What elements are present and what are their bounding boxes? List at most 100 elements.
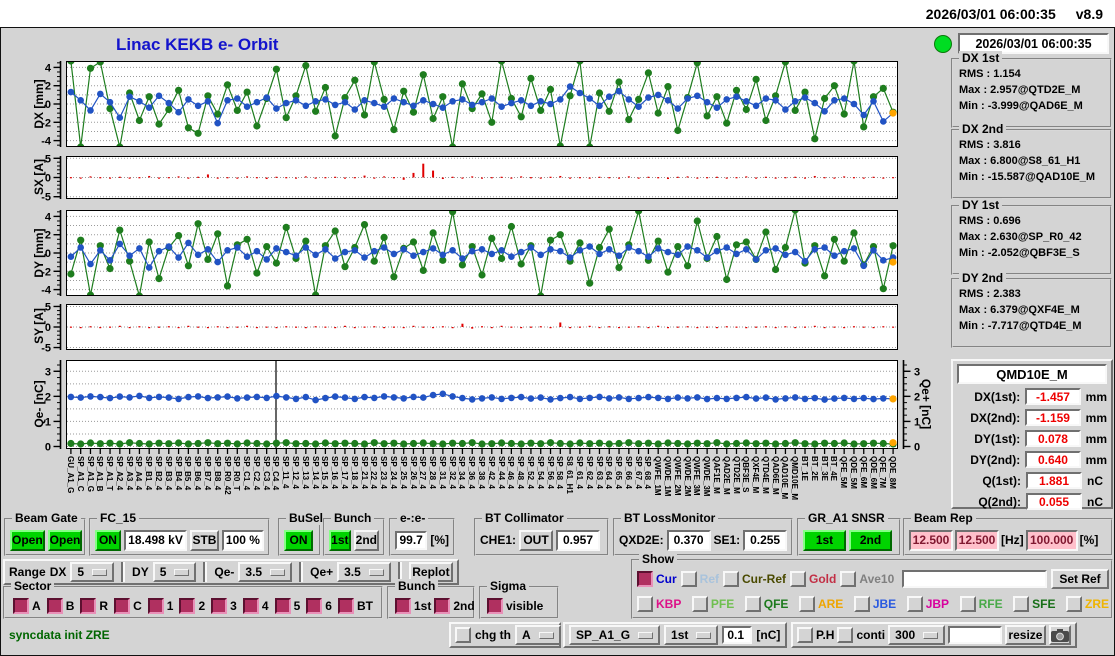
bpm-detail-row: DY(2nd): 0.640 mm [957,449,1107,470]
range-qep-select[interactable]: 3.5 [337,562,391,582]
conti-checkbox[interactable] [837,627,854,643]
range-dx-select[interactable]: 5 [70,562,115,582]
busel-on-button[interactable]: ON [284,529,313,551]
window-titlebar: 2026/03/01 06:00:35 v8.9 [0,0,1115,27]
bpm-name-label: SP_63_4 [594,456,604,489]
sector-checkbox-2[interactable] [179,597,196,614]
option-menu-indicator [923,631,939,639]
bpm-name-label: SP_62_4 [584,456,594,489]
bpm-name-label: SP_B1_4 [144,456,154,491]
bpm-name-label: BT_4E [829,456,839,481]
show-checkbox-Cur-Ref[interactable] [723,571,740,587]
show-item: Gold [790,571,836,587]
bunch-checkbox-2nd[interactable] [434,597,451,614]
show-checkbox-Cur[interactable] [637,571,653,587]
show-checkbox-PFE[interactable] [691,596,708,612]
bpm-name-label: SP_A2_4 [114,456,124,491]
show-checkbox-QFE[interactable] [744,596,761,612]
bpm-name-label: QBF3E_S [741,456,751,493]
svg-text:0: 0 [914,441,920,453]
bunch-1st-button[interactable]: 1st [329,529,351,551]
show-checkbox-ARE[interactable] [798,596,815,612]
bpm-name-label: QAD6E_M [770,456,780,495]
stat-box-dy-1st: DY 1st RMS : 0.696 Max : 2.630@SP_R0_42 Min… [951,198,1112,275]
resize-button[interactable]: resize [1005,625,1046,645]
show-checkbox-Ref[interactable] [680,571,697,587]
stat-box-dx-1st: DX 1st RMS : 1.154 Max : 2.957@QTD2E_M Min … [951,51,1112,128]
ph-checkbox[interactable] [797,627,813,643]
sector-checkbox-A[interactable] [13,597,29,614]
ref-file-input[interactable] [902,570,1047,588]
show-item: Ave10 [840,571,894,587]
sector-checkbox-B[interactable] [46,597,63,614]
option-menu-indicator [92,568,108,576]
bpm-name-label: SP_34_4 [457,456,467,489]
count-select[interactable]: 300 [888,625,946,645]
bunch-checkbox-1st[interactable] [395,597,411,614]
bpm-name-label: SP_A1_G [85,456,95,493]
screenshot-button[interactable] [1048,625,1071,645]
fc15-stb-button[interactable]: STB [190,529,219,551]
sigma-checkbox-visible[interactable] [487,597,503,614]
sector-checkbox-R[interactable] [80,597,97,614]
show-checkbox-JBP[interactable] [906,596,923,612]
show-checkbox-Gold[interactable] [790,571,807,587]
show-item: Cur [637,571,677,587]
show-checkbox-KBP[interactable] [637,596,653,612]
bpm-name-label: SP_A1_C [75,456,85,492]
svg-text:5: 5 [45,301,51,313]
range-dy-select[interactable]: 5 [152,562,197,582]
bpm-name-label: QWFE_3M [692,456,702,496]
bt-lossmonitor-group: BT LossMonitor QXD2E: 0.370 SE1: 0.255 [613,511,793,556]
option-menu-indicator [696,631,712,639]
bpm-name-label: SP_66_4 [623,456,633,489]
show-checkbox-ZRE[interactable] [1065,596,1082,612]
show-checkbox-Ave10[interactable] [840,571,857,587]
show-checkbox-JBE[interactable] [853,596,870,612]
chg-th-checkbox[interactable] [455,627,471,643]
dx-chart: -4 -2 0 2 4 [41,61,898,157]
sector-checkbox-C[interactable] [114,597,131,614]
set-ref-button[interactable]: Set Ref [1051,569,1109,589]
bpm-select[interactable]: SP_A1_G [569,625,661,645]
stat-row: Min : -15.587@QAD10E_M [959,171,1096,183]
sector-checkbox-BT[interactable] [337,597,354,614]
gr-a1-2nd-button[interactable]: 2nd [849,529,892,551]
bpm-name-label: SP_23_4 [379,456,389,489]
beam-gate-open-button-1[interactable]: Open [10,529,45,551]
sector-checkbox-6[interactable] [306,597,323,614]
bpm-detail-label: DX(1st): [974,389,1021,404]
sector-checkbox-5[interactable] [274,597,291,614]
che1-out-button[interactable]: OUT [519,529,554,551]
divider [203,562,208,582]
bpm-detail-unit: mm [1085,452,1107,467]
bunch-number-select[interactable]: 1st [664,625,719,645]
fc15-on-button[interactable]: ON [95,529,121,551]
sector-checkbox-4[interactable] [242,597,259,614]
sector-checkbox-1[interactable] [147,597,164,614]
sector-checkbox-3[interactable] [211,597,228,614]
sector-item: 5 [274,597,300,614]
show-checkbox-RFE[interactable] [959,596,976,612]
gr-a1-1st-button[interactable]: 1st [803,529,846,551]
fc15-kv-value: 18.498 kV [123,529,188,551]
chg-th-select[interactable]: A [515,625,561,645]
beam-gate-title: Beam Gate [12,511,81,525]
beam-gate-open-button-2[interactable]: Open [47,529,83,551]
extra-input[interactable] [948,626,1003,644]
bpm-detail-label: DY(1st): [974,431,1021,446]
bpm-name-label: SP_65_4 [614,456,623,489]
show-checkbox-SFE[interactable] [1013,596,1030,612]
svg-text:-2: -2 [41,117,51,129]
sector-group: Sector A B R C 1 2 3 4 5 6 BT [3,579,383,619]
beam-rep-pct-unit: [%] [1079,533,1099,547]
bpm-name-label: QDE_6M [868,456,878,489]
qe-chart: 0 1 2 3 [43,360,898,459]
busel-title: BuSel [286,511,327,525]
ph-label: P.H [816,628,835,642]
sector-label: A [32,598,41,613]
bunch-2nd-button[interactable]: 2nd [353,529,379,551]
threshold-input[interactable] [722,626,753,644]
sector-item: 4 [242,597,269,614]
range-qem-select[interactable]: 3.5 [238,562,293,582]
